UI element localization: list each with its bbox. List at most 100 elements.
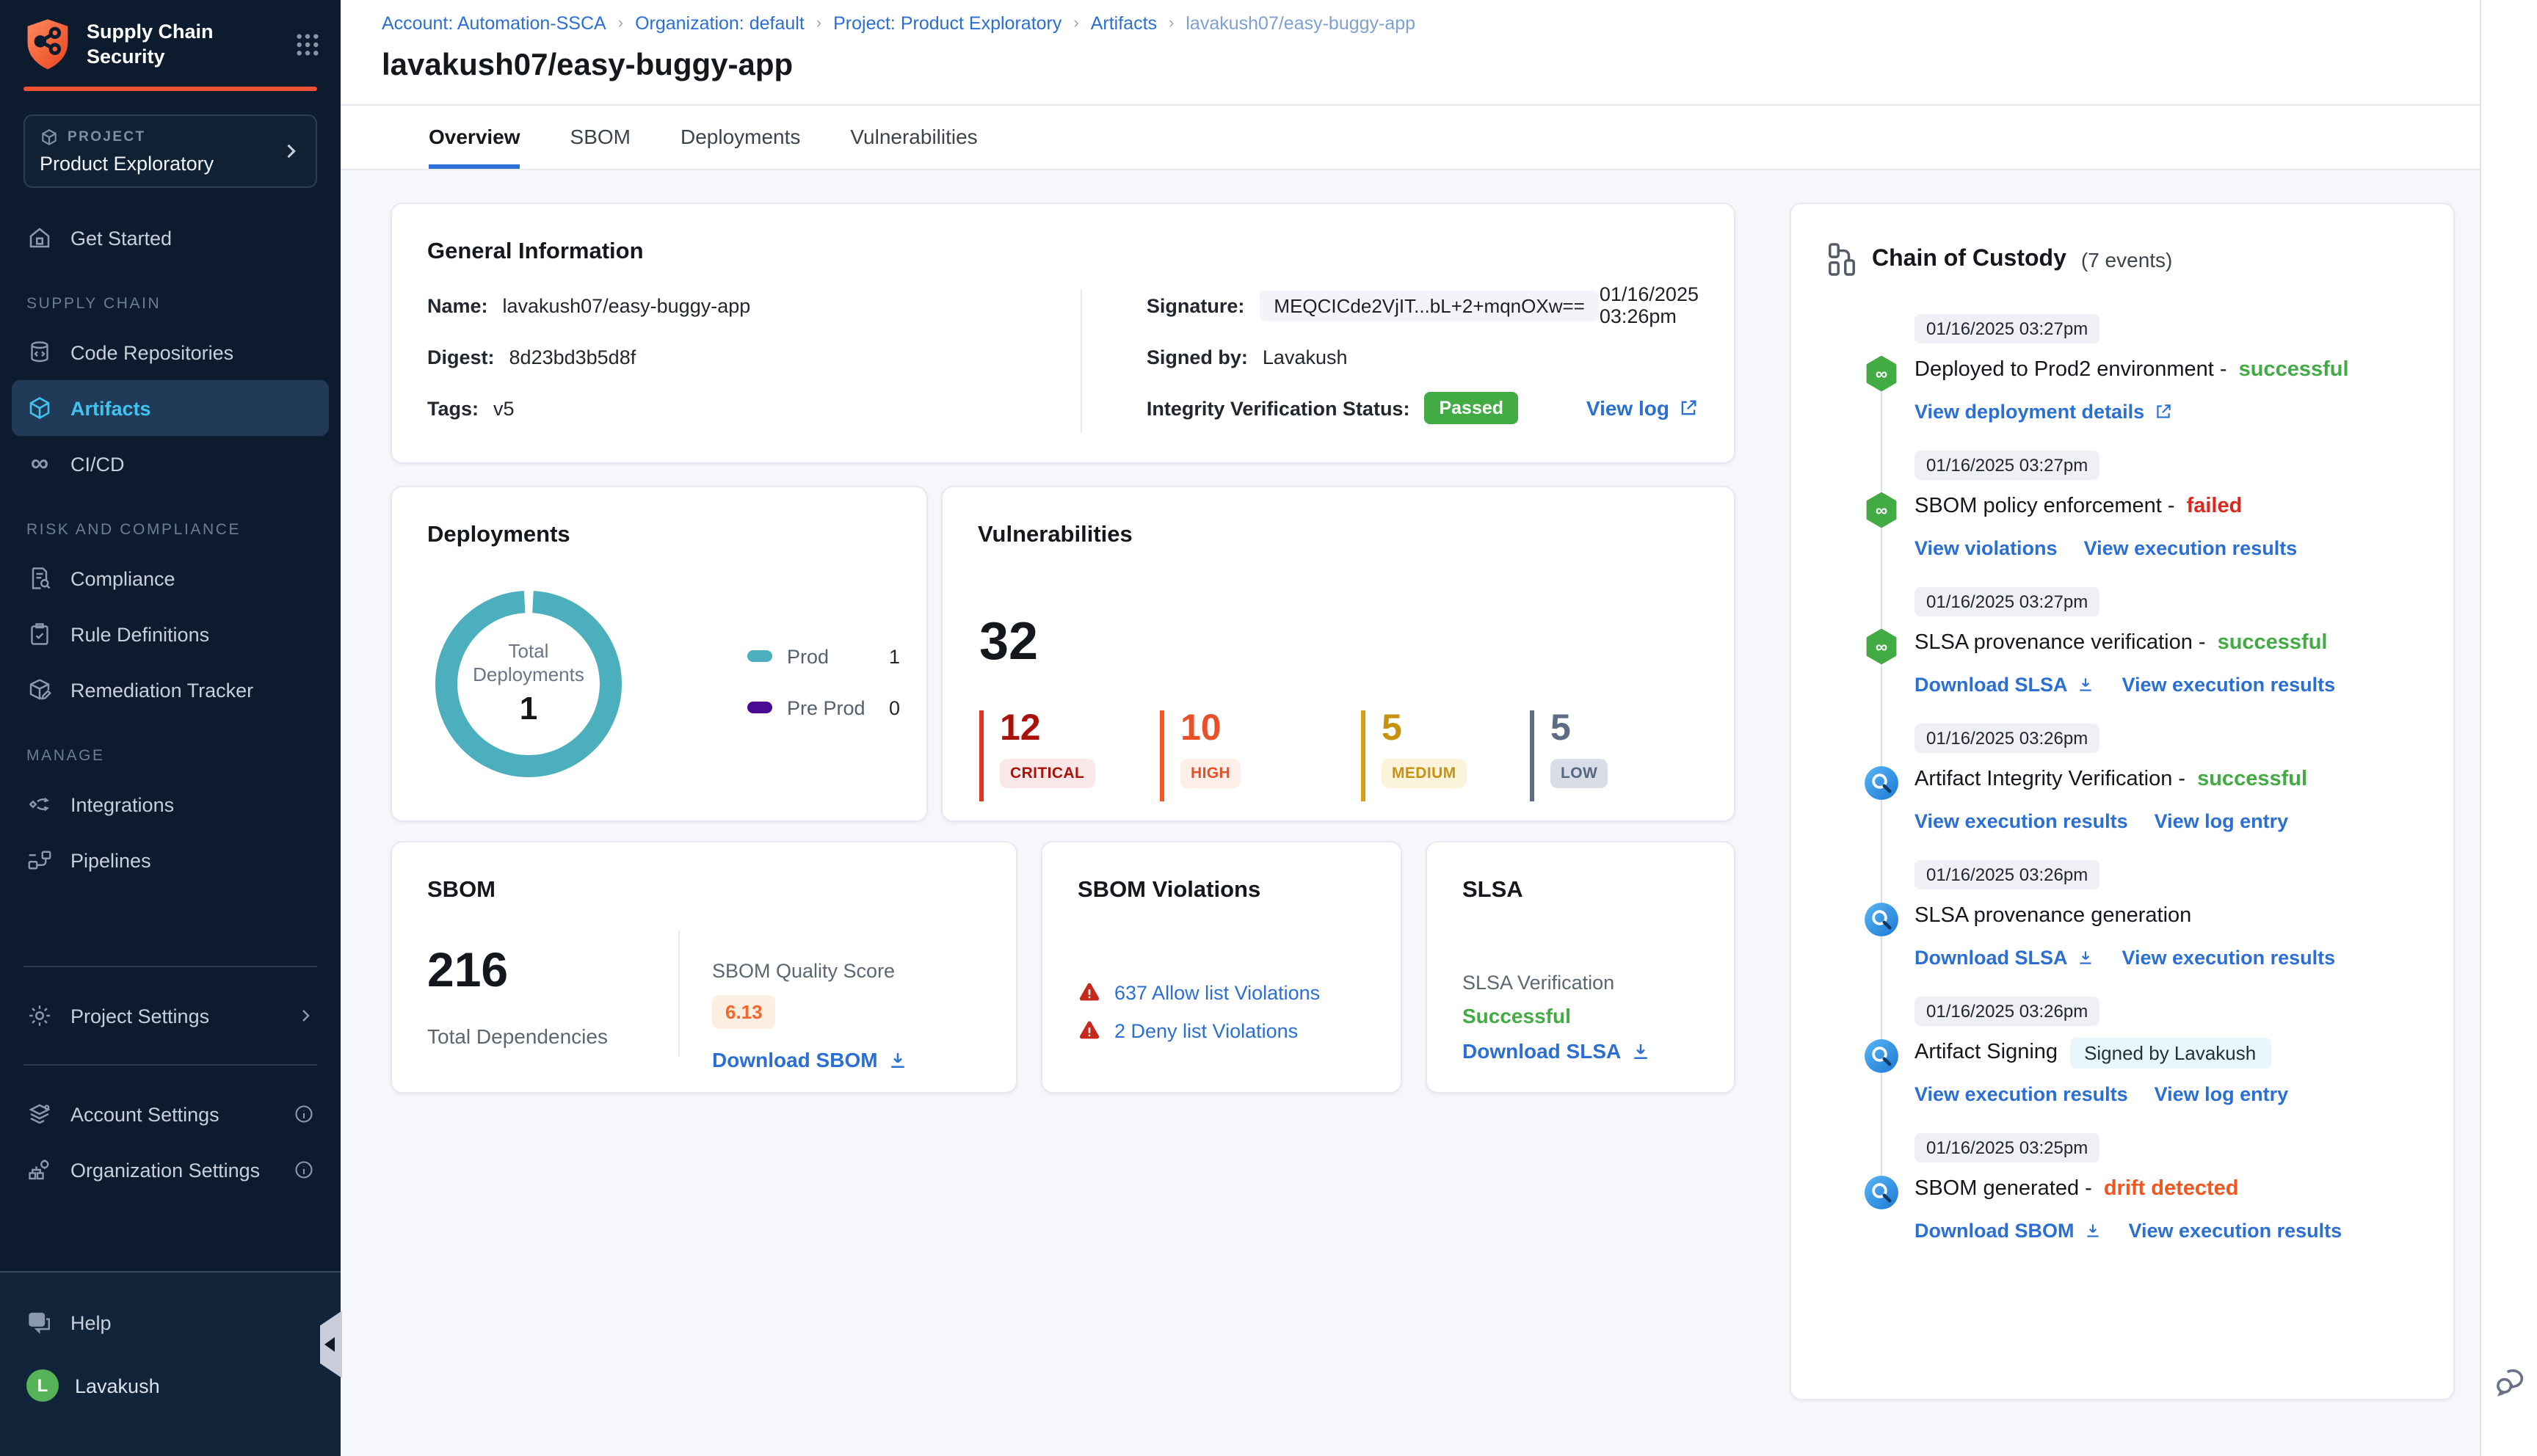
event-timestamp: 01/16/2025 03:26pm: [1914, 860, 2100, 889]
project-selector[interactable]: PROJECT Product Exploratory: [23, 114, 317, 188]
sidebar-item-pipelines[interactable]: Pipelines: [0, 832, 341, 888]
deployments-donut-chart: Total Deployments 1: [426, 581, 631, 787]
brand-accent-line: [23, 87, 317, 91]
event-status: failed: [2186, 495, 2243, 518]
layers-gear-icon: [26, 1101, 53, 1127]
chain-of-custody-title: Chain of Custody: [1872, 246, 2066, 271]
external-link-icon: [1681, 400, 1696, 415]
info-icon[interactable]: [294, 1160, 314, 1180]
user-menu[interactable]: L Lavakush: [0, 1369, 341, 1402]
chevron-right-icon: [297, 1007, 314, 1024]
sidebar-item-organization-settings[interactable]: Organization Settings: [0, 1142, 341, 1198]
org-chart-gear-icon: [26, 1157, 53, 1183]
tab-deployments[interactable]: Deployments: [680, 106, 800, 169]
sbom-card: SBOM 216 Total Dependencies SBOM Quality…: [391, 841, 1017, 1093]
event-status: successful: [2217, 631, 2328, 655]
view-execution-results-link[interactable]: View execution results: [1914, 1082, 2128, 1104]
event-title: Deployed to Prod2 environment -: [1914, 358, 2227, 382]
breadcrumb-project[interactable]: Project: Product Exploratory: [833, 13, 1061, 34]
name-label: Name:: [427, 294, 488, 316]
view-violations-link[interactable]: View violations: [1914, 536, 2058, 558]
signed-by-value: Lavakush: [1262, 346, 1348, 368]
sbom-violations-card: SBOM Violations 637 Allow list Violation…: [1041, 841, 1402, 1093]
breadcrumb: Account: Automation-SSCA › Organization: …: [382, 13, 1416, 34]
view-execution-results-link[interactable]: View execution results: [2122, 673, 2336, 695]
chain-of-custody-timeline: ∞ 01/16/2025 03:27pm Deployed to Prod2 e…: [1826, 314, 2418, 1245]
sidebar-item-help[interactable]: ? Help: [0, 1296, 341, 1349]
home-icon: [26, 225, 53, 251]
help-chat-icon: ?: [26, 1309, 53, 1336]
download-sbom-link[interactable]: Download SBOM: [1914, 1219, 2102, 1241]
breadcrumb-current[interactable]: lavakush07/easy-buggy-app: [1186, 13, 1415, 34]
sbom-total-dependencies-value: 216: [427, 942, 509, 997]
donut-center-label: Total Deployments: [473, 639, 584, 686]
breadcrumb-organization[interactable]: Organization: default: [635, 13, 805, 34]
sidebar-item-get-started[interactable]: Get Started: [0, 210, 341, 266]
tab-sbom[interactable]: SBOM: [570, 106, 631, 169]
sidebar-item-integrations[interactable]: Integrations: [0, 776, 341, 832]
severity-breakdown: 12 CRITICAL 10 HIGH 5 MEDIUM 5 LOW: [979, 710, 1608, 801]
view-log-entry-link[interactable]: View log entry: [2155, 809, 2289, 831]
breadcrumb-account[interactable]: Account: Automation-SSCA: [382, 13, 606, 34]
sidebar-footer: ? Help L Lavakush: [0, 1271, 341, 1456]
collapse-arrow-icon: [324, 1337, 335, 1352]
allow-list-violations-link[interactable]: 637 Allow list Violations: [1114, 981, 1320, 1003]
tabs: Overview SBOM Deployments Vulnerabilitie…: [341, 106, 2480, 170]
download-slsa-link[interactable]: Download SLSA: [1914, 946, 2096, 968]
timeline-event: 01/16/2025 03:26pm SLSA provenance gener…: [1826, 860, 2418, 972]
pipeline-event-icon: ∞: [1863, 628, 1900, 665]
sidebar-item-account-settings[interactable]: Account Settings: [0, 1086, 341, 1142]
tab-vulnerabilities[interactable]: Vulnerabilities: [850, 106, 977, 169]
pipeline-event-icon: ∞: [1863, 355, 1900, 392]
divider: [1080, 289, 1082, 433]
view-log-entry-link[interactable]: View log entry: [2155, 1082, 2289, 1104]
view-execution-results-link[interactable]: View execution results: [2129, 1219, 2342, 1241]
sbom-quality-score-value: 6.13: [712, 995, 776, 1029]
integrity-status-label: Integrity Verification Status:: [1146, 397, 1410, 419]
project-cube-icon: [40, 128, 59, 147]
deny-list-violations-link[interactable]: 2 Deny list Violations: [1114, 1019, 1298, 1041]
event-timestamp: 01/16/2025 03:27pm: [1914, 451, 2100, 480]
download-icon: [890, 1052, 904, 1067]
infinity-icon: ∞: [30, 449, 49, 477]
event-timestamp: 01/16/2025 03:27pm: [1914, 314, 2100, 343]
sidebar-item-project-settings[interactable]: Project Settings: [0, 988, 341, 1044]
download-slsa-link[interactable]: Download SLSA: [1462, 1039, 1652, 1063]
slsa-verification-label: SLSA Verification: [1462, 972, 1615, 994]
sbom-title: SBOM: [427, 878, 496, 903]
view-log-link[interactable]: View log: [1586, 396, 1699, 420]
view-execution-results-link[interactable]: View execution results: [1914, 809, 2128, 831]
deny-list-violations-row: 2 Deny list Violations: [1078, 1019, 1298, 1042]
view-execution-results-link[interactable]: View execution results: [2122, 946, 2336, 968]
sidebar-item-remediation-tracker[interactable]: Remediation Tracker: [0, 662, 341, 718]
sidebar-item-compliance[interactable]: Compliance: [0, 550, 341, 606]
svg-text:∞: ∞: [1876, 637, 1887, 656]
info-icon[interactable]: [294, 1104, 314, 1124]
box-edit-icon: [26, 677, 53, 703]
digest-label: Digest:: [427, 346, 495, 368]
sidebar-item-artifacts[interactable]: Artifacts: [12, 380, 329, 436]
legend-item-prod: Prod 1: [747, 641, 900, 671]
sidebar-item-code-repositories[interactable]: Code Repositories: [0, 324, 341, 380]
tab-overview[interactable]: Overview: [429, 106, 520, 169]
chat-bubbles-icon[interactable]: [2493, 1362, 2530, 1399]
deployments-title: Deployments: [427, 523, 570, 547]
chain-of-custody-icon: [1829, 243, 1855, 276]
download-sbom-link[interactable]: Download SBOM: [712, 1048, 909, 1071]
breadcrumb-artifacts[interactable]: Artifacts: [1091, 13, 1157, 34]
ssca-event-icon: [1863, 1174, 1900, 1211]
general-information-title: General Information: [427, 239, 644, 264]
event-title: SBOM generated -: [1914, 1177, 2092, 1201]
cube-icon: [26, 395, 53, 421]
external-link-icon: [2156, 404, 2170, 418]
app-window: Supply Chain Security PROJECT Product Ex…: [0, 0, 2537, 1456]
download-slsa-link[interactable]: Download SLSA: [1914, 673, 2096, 695]
app-switcher-icon[interactable]: [295, 32, 320, 57]
sidebar-item-cicd[interactable]: ∞ CI/CD: [0, 436, 341, 492]
sidebar-item-rule-definitions[interactable]: Rule Definitions: [0, 606, 341, 662]
view-execution-results-link[interactable]: View execution results: [2084, 536, 2298, 558]
svg-text:?: ?: [34, 1314, 40, 1325]
timeline-event: ∞ 01/16/2025 03:27pm Deployed to Prod2 e…: [1826, 314, 2418, 426]
view-deployment-details-link[interactable]: View deployment details: [1914, 400, 2172, 422]
chain-of-custody-panel: Chain of Custody (7 events) ∞ 01/16/2025…: [1790, 203, 2455, 1400]
